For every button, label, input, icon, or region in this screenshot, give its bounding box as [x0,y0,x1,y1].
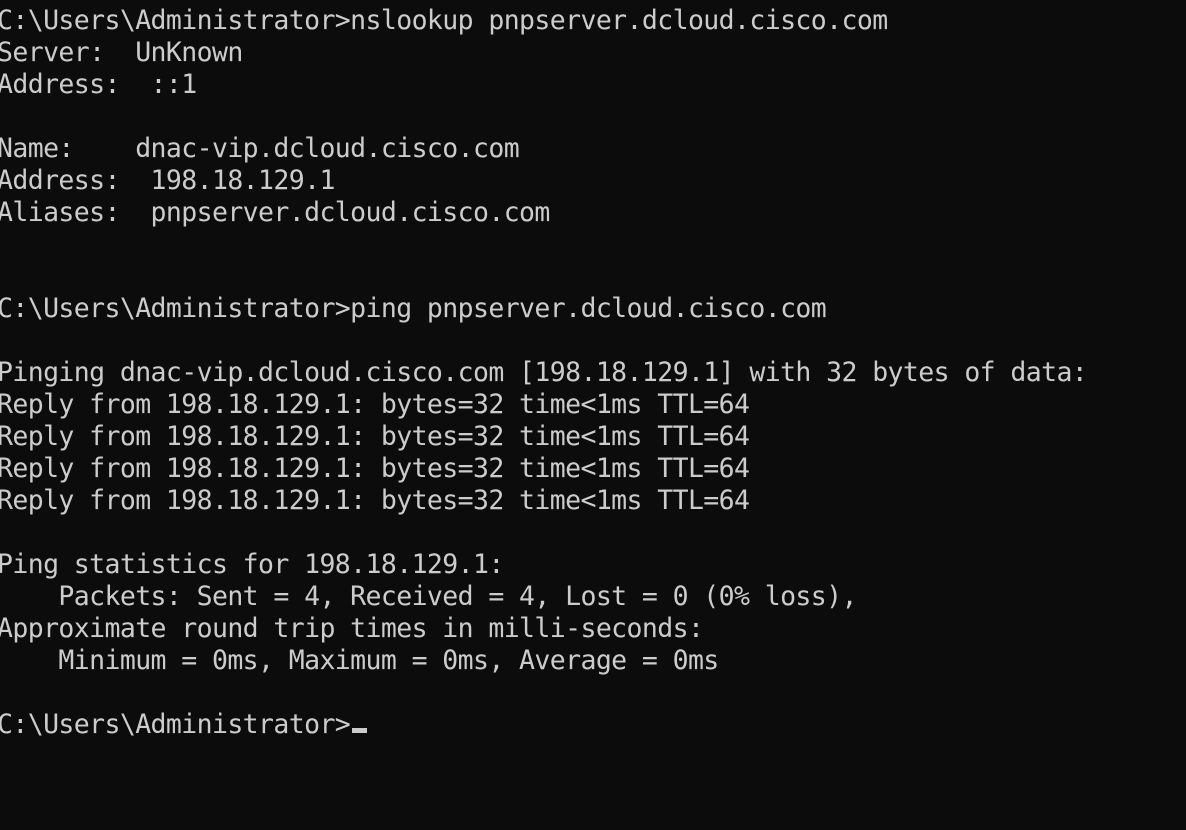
output-line-server-address: Address: ::1 [0,69,197,100]
output-line-statistics-header: Ping statistics for 198.18.129.1: [0,549,504,580]
text-cursor [352,728,368,733]
output-line-name: Name: dnac-vip.dcloud.cisco.com [0,133,520,164]
command-line-ping: C:\Users\Administrator>ping pnpserver.dc… [0,293,827,324]
command-prompt-line[interactable]: C:\Users\Administrator> [0,709,1186,741]
output-line-packets: Packets: Sent = 4, Received = 4, Lost = … [0,581,857,612]
output-line-reply: Reply from 198.18.129.1: bytes=32 time<1… [0,485,750,516]
output-line-pinging: Pinging dnac-vip.dcloud.cisco.com [198.1… [0,357,1088,388]
output-line-rtt-values: Minimum = 0ms, Maximum = 0ms, Average = … [0,645,719,676]
output-line-server: Server: UnKnown [0,37,243,68]
command-prompt: C:\Users\Administrator> [0,709,351,740]
output-line-address: Address: 198.18.129.1 [0,165,335,196]
output-line-reply: Reply from 198.18.129.1: bytes=32 time<1… [0,421,750,452]
output-line-aliases: Aliases: pnpserver.dcloud.cisco.com [0,197,550,228]
output-line-reply: Reply from 198.18.129.1: bytes=32 time<1… [0,453,750,484]
command-line-nslookup: C:\Users\Administrator>nslookup pnpserve… [0,5,888,36]
output-line-reply: Reply from 198.18.129.1: bytes=32 time<1… [0,389,750,420]
console-window[interactable]: C:\Users\Administrator>nslookup pnpserve… [0,0,1186,830]
output-line-rtt-header: Approximate round trip times in milli-se… [0,613,704,644]
